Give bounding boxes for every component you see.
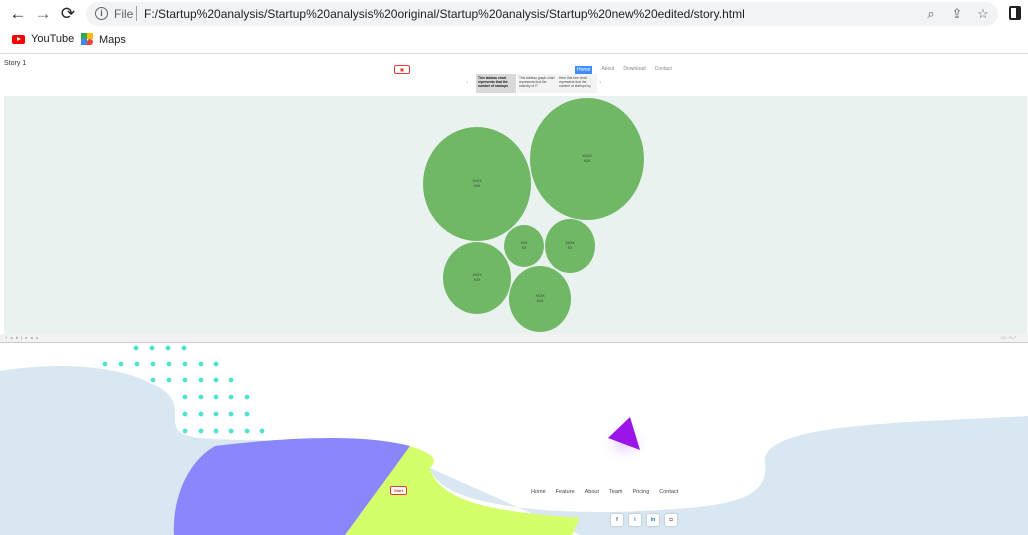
tableau-toolbar: + a b | e a u ◁ ▷ ⟲ ⤢ (0, 334, 1028, 343)
twitter-icon[interactable]: t (629, 514, 641, 526)
browser-toolbar: ← → ⟳ i File F:/Startup%20analysis/Start… (0, 0, 1028, 28)
bubble[interactable]: XXXX XXX (509, 266, 571, 332)
svg-text:XXXX: XXXX (472, 273, 482, 277)
story-point-3[interactable]: Here this tree chart represents that the… (557, 74, 597, 93)
footer-art (0, 345, 1028, 535)
footer-nav-team[interactable]: Team (609, 489, 622, 495)
bubble[interactable]: XXXX XX (545, 219, 595, 273)
bookmarks-bar: YouTube Maps (0, 28, 1028, 54)
svg-text:XXX: XXX (583, 159, 591, 163)
tableau-controls[interactable]: ◁ ▷ ⟲ ⤢ (1000, 335, 1016, 340)
svg-text:XXXX: XXXX (582, 154, 592, 158)
story-point-1[interactable]: This tableau chart represents that the n… (476, 74, 516, 93)
svg-text:XXX: XXX (520, 241, 528, 245)
tableau-logo[interactable]: + a b | e a u (5, 335, 39, 340)
footer-nav-about[interactable]: About (585, 489, 599, 495)
bubble[interactable]: XXXX XXX (443, 242, 511, 314)
reload-button[interactable]: ⟳ (58, 4, 78, 24)
instagram-icon[interactable]: ◘ (665, 514, 677, 526)
next-point-icon[interactable]: › (599, 79, 601, 86)
zoom-icon[interactable]: ⌕ (922, 5, 940, 23)
info-icon[interactable]: i (95, 7, 108, 20)
svg-text:XX: XX (522, 246, 527, 250)
svg-text:XXXX: XXXX (472, 179, 482, 183)
bookmark-youtube[interactable]: YouTube (12, 33, 74, 45)
nav-download[interactable]: Download (623, 66, 645, 74)
footer-nav: Home Feature About Team Pricing Contact (531, 489, 678, 495)
youtube-icon (12, 34, 25, 44)
story-nav: Home About Download Contact (575, 66, 672, 74)
svg-text:XXX: XXX (473, 184, 481, 188)
story-points: ‹ This tableau chart represents that the… (466, 74, 606, 93)
nav-contact[interactable]: Contact (655, 66, 672, 74)
bubble[interactable]: XXXX XXX (423, 127, 531, 241)
footer-section: Start Home Feature About Team Pricing Co… (0, 343, 1028, 535)
share-icon[interactable]: ⇪ (948, 5, 966, 23)
maps-icon (81, 33, 93, 46)
svg-text:XXXX: XXXX (565, 241, 575, 245)
linkedin-icon[interactable]: in (647, 514, 659, 526)
story-point-2[interactable]: This tableau graph chart represents that… (517, 74, 557, 93)
svg-text:XXX: XXX (536, 299, 544, 303)
url-text[interactable]: F:/Startup%20analysis/Startup%20analysis… (144, 7, 745, 21)
tableau-viz: XXXX XXX XXXX XXX XXX XX XXXX XX XXXX XX… (4, 96, 1027, 334)
footer-nav-pricing[interactable]: Pricing (632, 489, 649, 495)
footer-logo[interactable]: Start (390, 486, 407, 495)
facebook-icon[interactable]: f (611, 514, 623, 526)
social-links: f t in ◘ (611, 514, 677, 526)
nav-home[interactable]: Home (575, 66, 593, 74)
bookmark-label: Maps (99, 33, 126, 46)
address-bar[interactable]: i File F:/Startup%20analysis/Startup%20a… (86, 2, 998, 26)
site-logo[interactable]: ▣ (394, 65, 410, 74)
bubble-chart: XXXX XXX XXXX XXX XXX XX XXXX XX XXXX XX… (423, 98, 644, 332)
bubble[interactable]: XXX XX (504, 225, 544, 267)
forward-button[interactable]: → (33, 4, 53, 24)
nav-about[interactable]: About (601, 66, 614, 74)
bookmark-star-icon[interactable]: ☆ (974, 5, 992, 23)
bubble[interactable]: XXXX XXX (530, 98, 644, 220)
svg-text:XXXX: XXXX (535, 294, 545, 298)
footer-nav-feature[interactable]: Feature (556, 489, 575, 495)
footer-nav-contact[interactable]: Contact (659, 489, 678, 495)
story-title: Story 1 (4, 60, 27, 67)
svg-text:XX: XX (568, 246, 573, 250)
bookmark-label: YouTube (31, 33, 75, 45)
url-separator (136, 6, 137, 21)
prev-point-icon[interactable]: ‹ (466, 79, 468, 86)
side-panel-icon[interactable] (1009, 6, 1021, 20)
scheme-label: File (114, 7, 134, 21)
bookmark-maps[interactable]: Maps (81, 33, 126, 46)
back-button[interactable]: ← (8, 4, 28, 24)
footer-nav-home[interactable]: Home (531, 489, 546, 495)
svg-text:XXX: XXX (473, 278, 481, 282)
